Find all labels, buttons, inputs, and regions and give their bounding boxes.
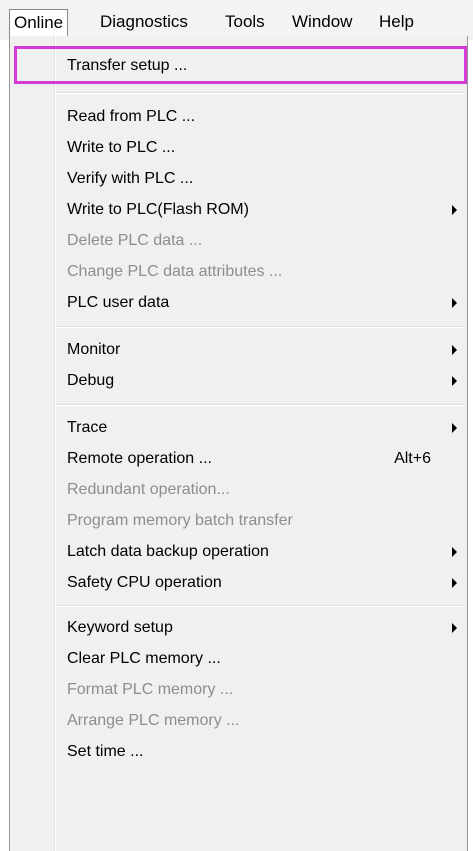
menu-item-label: Format PLC memory ... [67,681,234,698]
menu-item-label: Verify with PLC ... [67,170,194,187]
menu-item-label: Trace [67,419,108,436]
menu-item-label: Arrange PLC memory ... [67,712,240,729]
menu-item-label: PLC user data [67,294,170,311]
menu-item-delete-plc-data: Delete PLC data ... [10,225,467,256]
menu-item-label: Clear PLC memory ... [67,650,221,667]
menu-item-keyword-setup[interactable]: Keyword setup [10,612,467,643]
menu-item-label: Program memory batch transfer [67,512,293,529]
submenu-arrow-icon [452,423,457,433]
menu-window[interactable]: Window [288,9,356,37]
menu-item-shortcut: Alt+6 [394,450,431,467]
menu-diagnostics[interactable]: Diagnostics [96,9,192,37]
online-dropdown-menu: Transfer setup ... Read from PLC ... Wri… [9,36,468,851]
menu-item-label: Set time ... [67,743,144,760]
highlight-box [14,46,467,84]
menu-item-label: Monitor [67,341,121,358]
menu-separator [56,92,465,94]
submenu-arrow-icon [452,376,457,386]
submenu-arrow-icon [452,547,457,557]
menu-online[interactable]: Online [9,9,69,37]
menu-item-debug[interactable]: Debug [10,365,467,396]
menu-item-label: Remote operation ... [67,450,212,467]
menu-item-program-memory-batch-transfer: Program memory batch transfer [10,505,467,536]
submenu-arrow-icon [452,623,457,633]
menu-item-redundant-operation: Redundant operation... [10,474,467,505]
submenu-arrow-icon [452,578,457,588]
submenu-arrow-icon [452,298,457,308]
menu-item-write-to-plc-flash-rom[interactable]: Write to PLC(Flash ROM) [10,194,467,225]
menu-item-label: Redundant operation... [67,481,230,498]
menu-separator [56,404,465,406]
menu-item-label: Keyword setup [67,619,173,636]
menu-item-trace[interactable]: Trace [10,412,467,443]
menu-item-arrange-plc-memory: Arrange PLC memory ... [10,705,467,736]
menu-item-clear-plc-memory[interactable]: Clear PLC memory ... [10,643,467,674]
menu-item-set-time[interactable]: Set time ... [10,736,467,767]
menu-item-read-from-plc[interactable]: Read from PLC ... [10,101,467,132]
menu-item-label: Debug [67,372,115,389]
menu-item-remote-operation[interactable]: Remote operation ... Alt+6 [10,443,467,474]
menu-item-latch-data-backup-operation[interactable]: Latch data backup operation [10,536,467,567]
menu-item-label: Change PLC data attributes ... [67,263,283,280]
menu-item-change-plc-data-attributes: Change PLC data attributes ... [10,256,467,287]
menu-item-label: Write to PLC(Flash ROM) [67,201,249,218]
submenu-arrow-icon [452,205,457,215]
menu-item-monitor[interactable]: Monitor [10,334,467,365]
menu-item-label: Write to PLC ... [67,139,176,156]
menu-item-label: Safety CPU operation [67,574,222,591]
menu-item-write-to-plc[interactable]: Write to PLC ... [10,132,467,163]
menu-separator [56,605,465,607]
menu-item-label: Delete PLC data ... [67,232,203,249]
submenu-arrow-icon [452,345,457,355]
menu-item-plc-user-data[interactable]: PLC user data [10,287,467,318]
menu-item-safety-cpu-operation[interactable]: Safety CPU operation [10,567,467,598]
menu-separator [56,326,465,328]
menu-item-label: Latch data backup operation [67,543,269,560]
menu-bar: Online Diagnostics Tools Window Help [0,0,473,40]
menu-item-label: Read from PLC ... [67,108,196,125]
menu-tools[interactable]: Tools [221,9,269,37]
menu-help[interactable]: Help [375,9,418,37]
menu-item-verify-with-plc[interactable]: Verify with PLC ... [10,163,467,194]
menu-item-format-plc-memory: Format PLC memory ... [10,674,467,705]
